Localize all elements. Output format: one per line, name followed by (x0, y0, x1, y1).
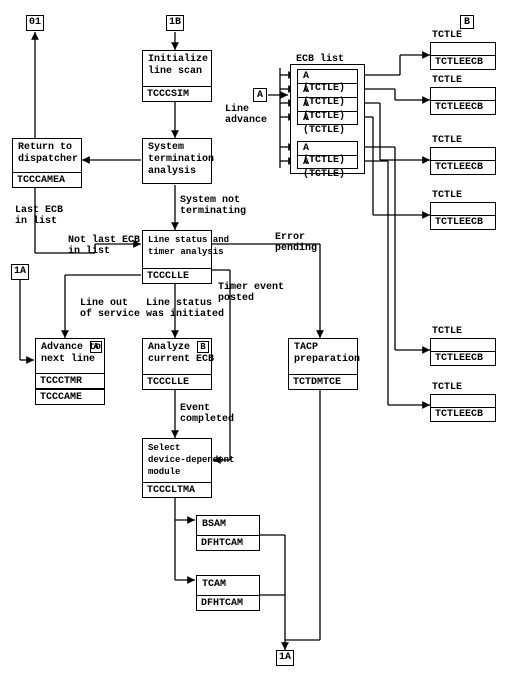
box-code1: TCCCTMR (35, 373, 105, 389)
tctle-field: TCTLEECB (430, 215, 496, 230)
box-title: Initialize line scan (143, 51, 211, 81)
tctle-box: TCTLEECB (430, 202, 496, 230)
box-bsam: BSAM DFHTCAM (196, 515, 260, 551)
box-title: Line status and timer analysis (143, 231, 211, 261)
tctle-box: TCTLEECB (430, 42, 496, 70)
ecb-list-group1: A (TCTLE) A (TCTLE) A (TCTLE) A (TCTLE) (297, 69, 358, 125)
label-not-last-ecb: Not last ECB in list (68, 235, 140, 257)
ecb-list-row: A (TCTLE) (298, 142, 357, 156)
tctle-box: TCTLEECB (430, 394, 496, 422)
label-line-out: Line out of service (80, 298, 140, 320)
ecb-list-outer: A (TCTLE) A (TCTLE) A (TCTLE) A (TCTLE) … (290, 64, 365, 174)
label-line-was-init: Line status was initiated (146, 298, 224, 320)
box-code: TCCCLTMA (142, 482, 212, 498)
label-tctle: TCTLE (432, 135, 462, 146)
tctle-field: TCTLEECB (430, 160, 496, 175)
box-tcam: TCAM DFHTCAM (196, 575, 260, 611)
box-select-dev-module: Select device-dependent module TCCCLTMA (142, 438, 212, 498)
connector-1A-bottom: 1A (276, 650, 294, 666)
label-sys-not-term: System not terminating (180, 195, 246, 217)
box-code: TCTDMTCE (288, 374, 358, 390)
box-title: Select device-dependent module (143, 439, 211, 481)
box-code: TCCCAMEA (12, 172, 82, 188)
tctle-field: TCTLEECB (430, 407, 496, 422)
box-code: DFHTCAM (196, 595, 260, 611)
box-title: System termination analysis (143, 139, 211, 181)
box-title: Return to dispatcher (13, 139, 81, 169)
connector-1A-left: 1A (11, 264, 29, 280)
reference-A-line-advance: A (253, 88, 267, 102)
ref-A-corner: A (90, 341, 102, 353)
connector-label: 1B (169, 17, 181, 28)
box-advance-next-line: Advance to next line A TCCCAME TCCCTMR (35, 338, 105, 405)
box-return-dispatcher: Return to dispatcher TCCCAMEA (12, 138, 82, 188)
label-last-ecb: Last ECB in list (15, 205, 63, 227)
connector-01: 01 (26, 15, 44, 31)
box-title: TCAM (197, 576, 259, 594)
box-code: TCCCSIM (142, 86, 212, 102)
box-title: BSAM (197, 516, 259, 534)
box-initialize-line-scan: Initialize line scan TCCCSIM (142, 50, 212, 102)
box-code2: TCCCAME (35, 389, 105, 405)
ref-label: B (464, 17, 470, 28)
connector-label: 1A (279, 652, 291, 663)
tctle-box: TCTLEECB (430, 338, 496, 366)
ecb-list-row: A (TCTLE) (298, 70, 357, 84)
label-tctle: TCTLE (432, 326, 462, 337)
ref-B-corner: B (197, 341, 209, 353)
label-line-advance: Line advance (225, 104, 267, 126)
tctle-field: TCTLEECB (430, 351, 496, 366)
box-title: TACP preparation (289, 339, 357, 369)
connector-label: 01 (29, 17, 41, 28)
box-code: TCCCLLE (142, 374, 212, 390)
connector-label: 1A (14, 266, 26, 277)
tctle-box: TCTLEECB (430, 147, 496, 175)
box-code: TCCCLLE (142, 268, 212, 284)
label-event-completed: Event completed (180, 403, 234, 425)
label-timer-event: Timer event posted (218, 282, 284, 304)
tctle-field: TCTLEECB (430, 55, 496, 70)
connector-1B: 1B (166, 15, 184, 31)
tctle-box: TCTLEECB (430, 87, 496, 115)
box-analyze-ecb: Analyze current ECB B TCCCLLE (142, 338, 212, 390)
label-tctle: TCTLE (432, 75, 462, 86)
label-error-pending: Error pending (275, 232, 317, 254)
label-tctle: TCTLE (432, 190, 462, 201)
ref-label: A (257, 90, 263, 101)
ecb-list-group2: A (TCTLE) A (TCTLE) (297, 141, 358, 169)
label-tctle: TCTLE (432, 382, 462, 393)
box-system-termination: System termination analysis (142, 138, 212, 184)
label-tctle: TCTLE (432, 30, 462, 41)
box-code: DFHTCAM (196, 535, 260, 551)
reference-B-top: B (460, 15, 474, 29)
box-line-status: Line status and timer analysis TCCCLLE (142, 230, 212, 284)
box-tacp: TACP preparation TCTDMTCE (288, 338, 358, 390)
tctle-field: TCTLEECB (430, 100, 496, 115)
